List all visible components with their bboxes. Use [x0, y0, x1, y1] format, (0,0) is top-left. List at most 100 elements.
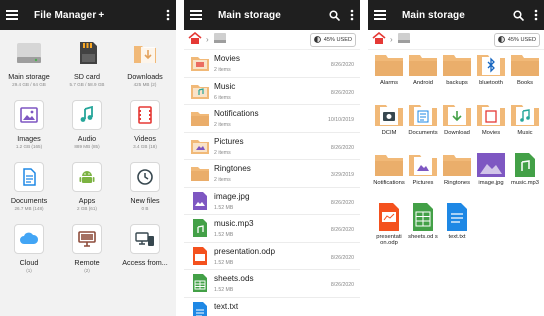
main-storage-tile[interactable]: Main storage 29.4 GB / 64 GB — [0, 36, 58, 92]
storage-used-label: 45% USED — [323, 36, 352, 43]
plus-badge: + — [98, 9, 105, 21]
list-item[interactable]: sheets.ods 1.52 MB 8/26/2020 — [184, 270, 360, 298]
menu-icon[interactable] — [190, 8, 204, 22]
menu-icon[interactable] — [6, 8, 20, 22]
tile-sub: 0 B — [141, 206, 149, 211]
grid-item[interactable]: Alarms — [372, 52, 406, 98]
grid-item[interactable]: Movies — [474, 102, 508, 148]
folder-movie-icon — [190, 53, 210, 73]
folder-icon — [442, 52, 472, 78]
grid-item[interactable]: Download — [440, 102, 474, 148]
item-meta: 2 items — [214, 149, 231, 156]
item-date: 3/29/2019 — [330, 172, 354, 178]
list-item[interactable]: presentation.odp 1.52 MB 8/26/2020 — [184, 243, 360, 270]
item-meta: 6 items — [214, 94, 231, 101]
grid-item[interactable]: Books — [508, 52, 542, 98]
item-meta: 2 items — [214, 122, 231, 128]
cloud-tile[interactable]: Cloud (1) — [0, 222, 58, 278]
storage-used-badge[interactable]: 45% USED — [309, 32, 356, 47]
tile-label: Remote — [74, 258, 100, 267]
grid-item[interactable]: image.jpg — [474, 152, 508, 198]
tile-label: Apps — [78, 196, 96, 205]
item-meta: 2 items — [214, 177, 231, 183]
item-date: 8/26/2020 — [330, 254, 354, 261]
grid-item[interactable]: text.txt — [440, 202, 474, 258]
overflow-menu-icon[interactable] — [534, 9, 538, 21]
grid-view-screen: Main storage › 45% USED Alarms Android b… — [368, 0, 544, 316]
pie-icon — [313, 36, 321, 43]
grid-item[interactable]: Android — [406, 52, 440, 98]
list-item[interactable]: Movies 2 items 8/26/2020 — [184, 50, 360, 78]
apps-tile[interactable]: Apps 2 GB (61) — [58, 160, 116, 216]
grid-item[interactable]: Documents — [406, 102, 440, 148]
item-date: 8/26/2020 — [330, 144, 354, 151]
tile-sub: (1) — [26, 268, 32, 273]
list-item[interactable]: Notifications 2 items 10/10/2019 — [184, 105, 360, 133]
tile-label: SD card — [74, 72, 100, 81]
folder-grid: Alarms Android backups bluetooth Books D… — [372, 52, 542, 198]
item-date: 8/26/2020 — [330, 282, 354, 288]
audio-tile[interactable]: Audio 889 MB (85) — [58, 98, 116, 154]
grid-item[interactable]: sheets.od s — [406, 202, 440, 258]
item-name: music.mp3 — [214, 219, 254, 228]
tile-sub: (2) — [84, 268, 90, 273]
home-icon[interactable] — [372, 31, 386, 49]
sd-card-icon — [72, 38, 102, 68]
app-title: File Manager — [34, 9, 97, 21]
grid-item[interactable]: music.mp3 — [508, 152, 542, 198]
audio-icon — [72, 100, 102, 130]
folder-picture-icon — [408, 152, 438, 178]
grid-item[interactable]: Music — [508, 102, 542, 148]
new-files-tile[interactable]: New files 0 B — [116, 160, 174, 216]
images-tile[interactable]: Images 1.2 GB (165) — [0, 98, 58, 154]
tile-sub: 26.7 MB (148) — [14, 206, 44, 211]
item-date: 8/26/2020 — [330, 89, 354, 96]
home-screen: File Manager + Main storage 29.4 GB / 64… — [0, 0, 176, 316]
grid-item[interactable]: backups — [440, 52, 474, 98]
drive-icon[interactable] — [397, 31, 411, 49]
grid-label: Music — [517, 130, 533, 136]
documents-tile[interactable]: Documents 26.7 MB (148) — [0, 160, 58, 216]
tile-label: Access from... — [122, 258, 168, 267]
search-icon[interactable] — [329, 9, 340, 21]
text-file-icon — [190, 301, 210, 316]
grid-item[interactable]: Notifications — [372, 152, 406, 198]
document-icon — [14, 162, 44, 192]
folder-music-icon — [190, 81, 210, 101]
sd-card-tile[interactable]: SD card 5.7 GB / 58.9 GB — [58, 36, 116, 92]
grid-label: bluetooth — [479, 80, 503, 86]
grid-item[interactable]: Pictures — [406, 152, 440, 198]
search-icon[interactable] — [513, 9, 524, 21]
grid-item[interactable]: DCIM — [372, 102, 406, 148]
remote-tile[interactable]: Remote (2) — [58, 222, 116, 278]
list-item[interactable]: image.jpg 1.52 MB 8/26/2020 — [184, 188, 360, 215]
grid-item[interactable]: bluetooth — [474, 52, 508, 98]
grid-item[interactable]: Ringtones — [440, 152, 474, 198]
downloads-tile[interactable]: Downloads 425 MB (2) — [116, 36, 174, 92]
list-item[interactable]: Music 6 items 8/26/2020 — [184, 78, 360, 105]
overflow-menu-icon[interactable] — [166, 9, 170, 21]
grid-label: music.mp3 — [510, 180, 540, 186]
list-item[interactable]: music.mp3 1.52 MB 8/26/2020 — [184, 215, 360, 243]
videos-tile[interactable]: Videos 3.4 GB (18) — [116, 98, 174, 154]
drive-icon[interactable] — [213, 31, 227, 49]
item-name: Ringtones — [214, 164, 251, 173]
list-item[interactable]: Ringtones 2 items 3/29/2019 — [184, 160, 360, 188]
storage-used-badge[interactable]: 45% USED — [493, 32, 540, 47]
home-icon[interactable] — [188, 31, 202, 49]
tile-sub: 889 MB (85) — [74, 144, 100, 149]
item-meta: 1.52 MB — [214, 232, 234, 238]
list-item[interactable]: Pictures 2 items 8/26/2020 — [184, 133, 360, 160]
tile-label: Images — [17, 134, 41, 143]
menu-icon[interactable] — [374, 8, 388, 22]
sheet-file-icon — [408, 202, 438, 232]
folder-camera-icon — [374, 102, 404, 128]
grid-item[interactable]: presentati on.odp — [372, 202, 406, 258]
list-item[interactable]: text.txt — [184, 298, 360, 316]
android-icon — [72, 162, 102, 192]
text-file-icon — [442, 202, 472, 232]
folder-document-icon — [408, 102, 438, 128]
access-from-tile[interactable]: Access from... — [116, 222, 174, 278]
item-meta: 1.52 MB — [214, 259, 234, 266]
overflow-menu-icon[interactable] — [350, 9, 354, 21]
